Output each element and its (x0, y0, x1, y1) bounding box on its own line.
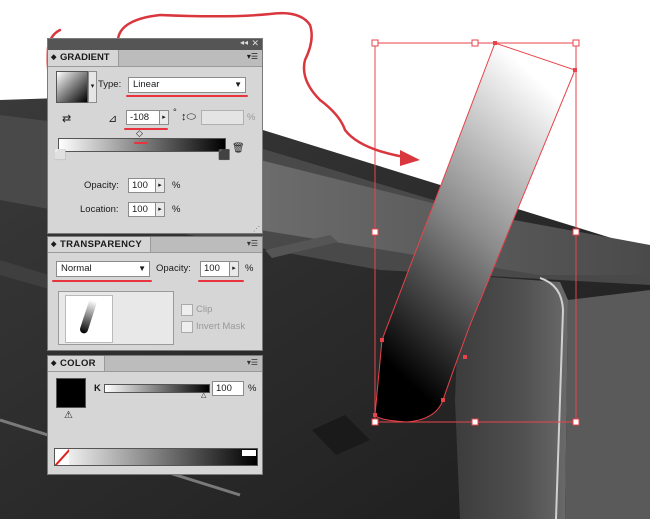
tab-transparency[interactable]: ◆ TRANSPARENCY (48, 237, 152, 252)
tab-expand-icon: ◆ (51, 241, 57, 248)
gradient-swatch[interactable] (56, 71, 88, 103)
white-swatch[interactable] (242, 450, 256, 456)
stop-location-unit: % (172, 204, 181, 215)
type-dropdown[interactable]: Linear ▼ (128, 77, 246, 93)
delete-stop-icon[interactable]: 🗑 (232, 143, 245, 154)
tab-color[interactable]: ◆ COLOR (48, 356, 105, 371)
opacity-stepper[interactable]: ▸ (229, 261, 239, 277)
mask-thumbnail[interactable] (58, 291, 174, 345)
opacity-label: Opacity: (156, 263, 191, 274)
object-thumbnail (65, 295, 113, 343)
aspect-ratio-input (201, 110, 244, 125)
transparency-panel: ◆ TRANSPARENCY ▾☰ Normal ▼ Opacity: 100 … (47, 236, 263, 351)
none-swatch-icon[interactable] (55, 449, 69, 465)
color-title: COLOR (60, 358, 96, 369)
blend-mode-value: Normal (61, 263, 92, 274)
invert-mask-checkbox[interactable] (181, 321, 193, 333)
stop-opacity-stepper[interactable]: ▸ (155, 178, 165, 193)
fill-swatch[interactable] (56, 378, 86, 408)
k-value-input[interactable]: 100 (212, 381, 244, 396)
opacity-input[interactable]: 100 (200, 261, 230, 277)
collapse-panel-icon[interactable]: ◂◂ (240, 38, 248, 47)
gradient-title: GRADIENT (60, 52, 110, 63)
handle-preview (78, 299, 98, 335)
stop-location-label: Location: (80, 204, 119, 215)
invert-mask-label: Invert Mask (196, 321, 246, 332)
gradient-stop-left[interactable]: ⬜ (54, 150, 66, 161)
stop-location-stepper[interactable]: ▸ (155, 202, 165, 217)
panel-titlebar[interactable]: ◂◂ ✕ (48, 38, 262, 50)
panel-menu-icon[interactable]: ▾☰ (247, 239, 258, 248)
chevron-down-icon: ▼ (234, 80, 242, 89)
opacity-value: 100 (204, 263, 220, 274)
k-slider[interactable] (104, 384, 210, 393)
stop-opacity-unit: % (172, 180, 181, 191)
gradient-slider-bar[interactable] (58, 138, 226, 152)
clip-label: Clip (196, 304, 213, 315)
stop-opacity-value: 100 (132, 180, 148, 191)
out-of-gamut-icon[interactable]: ⚠ (64, 410, 73, 421)
chevron-down-icon: ▼ (138, 264, 146, 273)
k-slider-thumb[interactable]: △ (201, 391, 206, 399)
stop-location-value: 100 (132, 204, 148, 215)
resize-grip-icon[interactable]: ⋰ (253, 225, 260, 233)
panel-menu-icon[interactable]: ▾☰ (247, 358, 258, 367)
k-value: 100 (216, 383, 232, 394)
swatch-dropdown[interactable]: ▾ (88, 71, 97, 103)
opacity-unit: % (245, 263, 254, 274)
type-label: Type: (98, 79, 122, 90)
transparency-title: TRANSPARENCY (60, 239, 143, 250)
blend-mode-dropdown[interactable]: Normal ▼ (56, 261, 150, 277)
panel-menu-icon[interactable]: ▾☰ (247, 52, 258, 61)
annotation-underline (126, 95, 248, 97)
clip-checkbox[interactable] (181, 304, 193, 316)
angle-icon: ⊿ (108, 113, 118, 125)
gradient-panel: ◂◂ ✕ ◆ GRADIENT ▾☰ ▾ Type: Linear ▼ ⇄ ⊿ … (47, 38, 263, 234)
annotation-underline (124, 128, 168, 130)
color-spectrum-bar[interactable] (54, 448, 258, 466)
type-dropdown-value: Linear (133, 79, 160, 90)
close-panel-icon[interactable]: ✕ (251, 38, 259, 49)
gradient-stop-right[interactable]: ⬛ (218, 150, 230, 161)
k-unit: % (248, 383, 257, 394)
aspect-unit: % (247, 112, 256, 123)
stop-location-input[interactable]: 100 (128, 202, 156, 217)
tab-expand-icon: ◆ (51, 54, 57, 61)
stop-opacity-input[interactable]: 100 (128, 178, 156, 193)
reverse-gradient-icon[interactable]: ⇄ (62, 112, 71, 125)
color-panel: ◆ COLOR ▾☰ ⚠ K △ 100 % (47, 355, 263, 475)
angle-value: -108 (130, 112, 150, 123)
annotation-underline (52, 280, 152, 282)
tab-expand-icon: ◆ (51, 360, 57, 367)
tab-gradient[interactable]: ◆ GRADIENT (48, 50, 119, 66)
annotation-underline (198, 280, 244, 282)
stop-opacity-label: Opacity: (84, 180, 119, 191)
angle-stepper[interactable]: ▸ (159, 110, 169, 125)
channel-label: K (94, 383, 101, 394)
angle-unit: ° (173, 107, 177, 118)
aspect-ratio-icon: ↕⬭ (181, 111, 196, 123)
angle-input[interactable]: -108 (126, 110, 160, 125)
annotation-underline (134, 142, 148, 144)
